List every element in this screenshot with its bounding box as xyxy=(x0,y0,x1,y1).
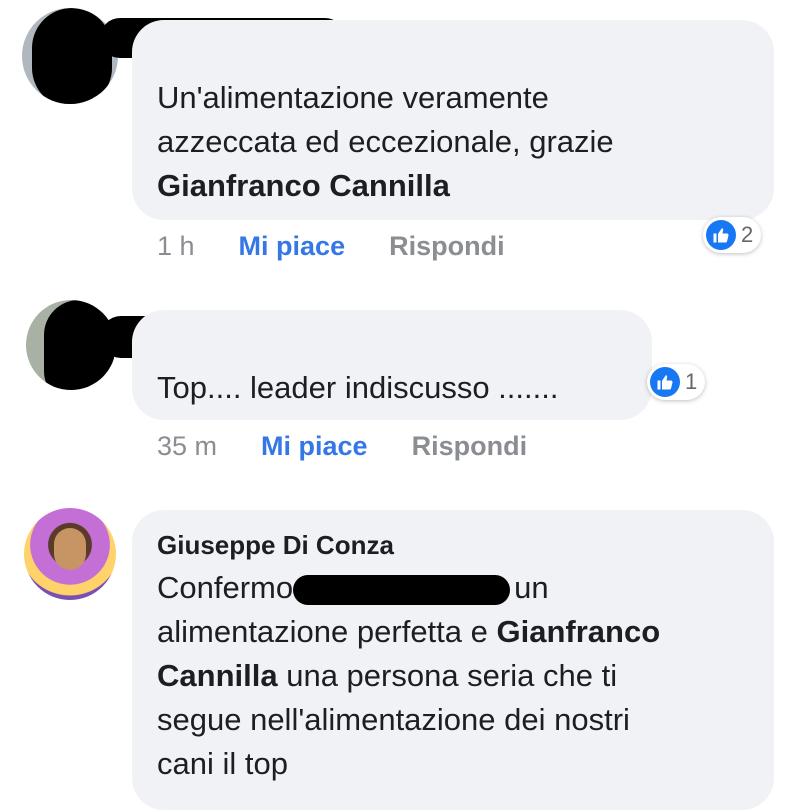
reply-button[interactable]: Rispondi xyxy=(412,426,528,466)
thumbs-up-icon xyxy=(650,367,680,397)
mention-link[interactable]: Gianfranco Cannilla xyxy=(157,168,450,203)
like-button[interactable]: Mi piace xyxy=(261,426,368,466)
comment-actions: 1 h Mi piace Rispondi xyxy=(157,226,505,266)
like-button[interactable]: Mi piace xyxy=(239,226,346,266)
text-redaction xyxy=(293,574,511,605)
comment-author[interactable]: Giuseppe Di Conza xyxy=(157,528,394,562)
comment-bubble: Un'alimentazione veramente azzeccata ed … xyxy=(132,20,774,220)
timestamp[interactable]: 35 m xyxy=(157,426,217,466)
reaction-count: 2 xyxy=(741,222,754,247)
mention-link[interactable]: Gianfranco xyxy=(497,614,661,649)
avatar[interactable] xyxy=(22,8,118,104)
comment-text: Top.... leader indiscusso ....... xyxy=(157,370,559,405)
avatar[interactable] xyxy=(24,508,116,600)
comment-text: Confermo un alimentazione perfetta e Gian… xyxy=(157,570,661,781)
reaction-count: 1 xyxy=(685,369,698,394)
reply-button[interactable]: Rispondi xyxy=(389,226,505,266)
comment-bubble: Top.... leader indiscusso ....... xyxy=(132,310,652,420)
comment-bubble: Giuseppe Di Conza Confermo un alimentazio… xyxy=(132,510,774,810)
timestamp[interactable]: 1 h xyxy=(157,226,195,266)
redaction-blot xyxy=(32,8,112,104)
thumbs-up-icon xyxy=(706,220,736,250)
comment-text: Un'alimentazione veramente azzeccata ed … xyxy=(157,80,614,203)
comment-actions: 35 m Mi piace Rispondi xyxy=(157,426,527,466)
avatar-face xyxy=(54,528,86,570)
mention-link[interactable]: Cannilla xyxy=(157,658,278,693)
reaction-badge[interactable]: 2 xyxy=(703,217,762,253)
reaction-badge[interactable]: 1 xyxy=(647,364,706,400)
